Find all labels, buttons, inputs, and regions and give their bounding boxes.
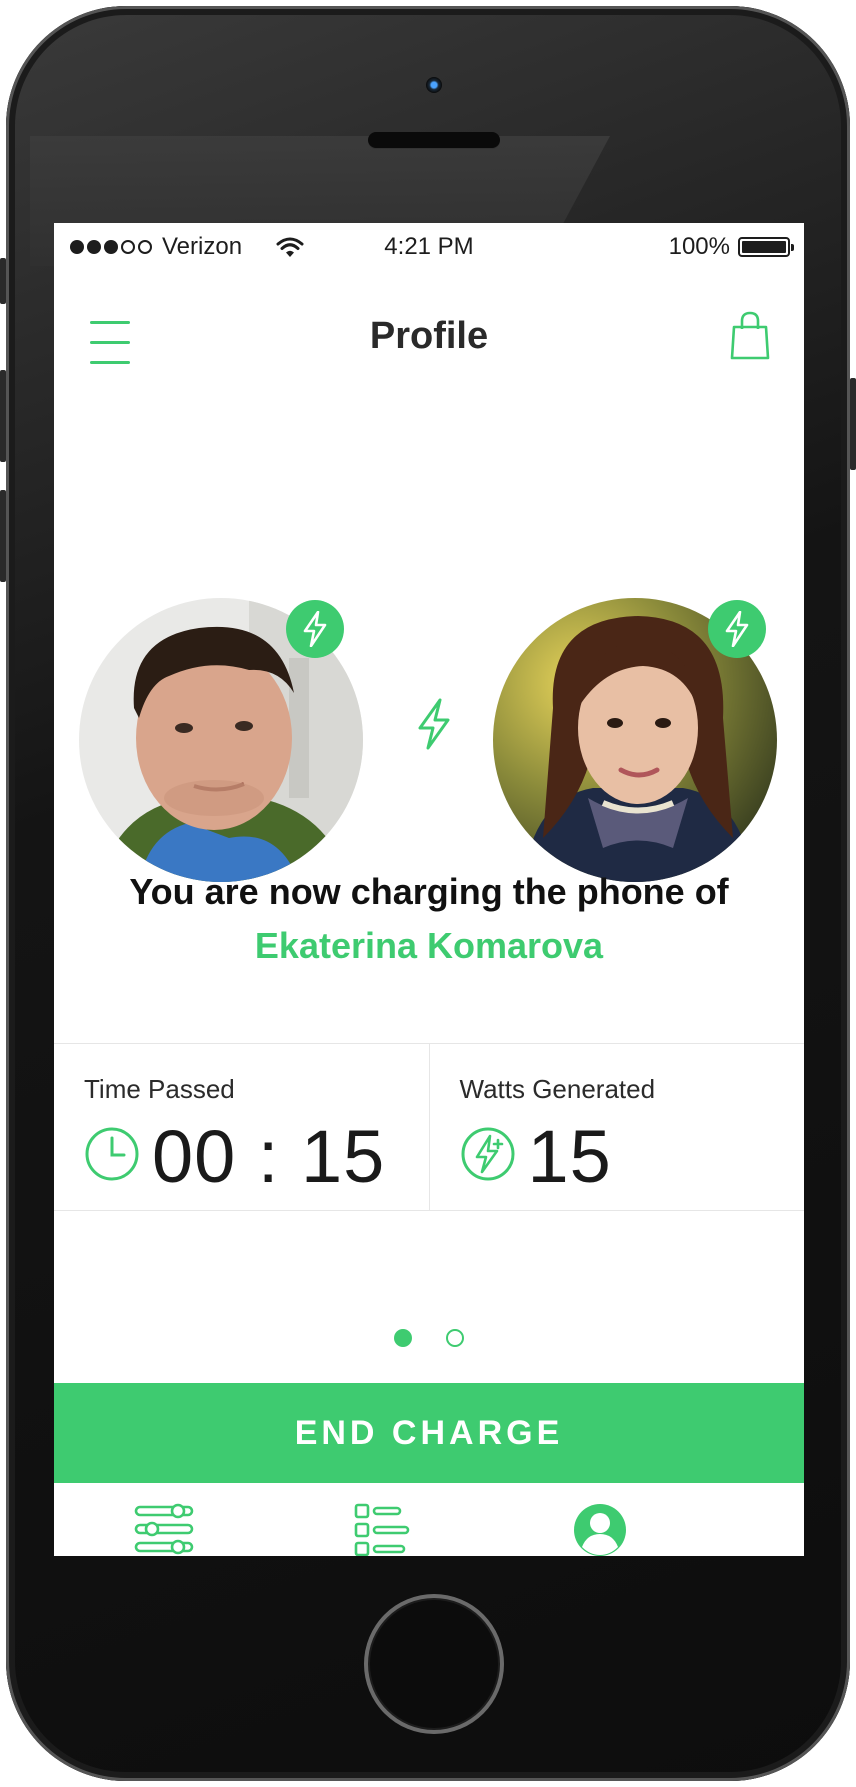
page-dot[interactable] <box>446 1329 464 1347</box>
sliders-icon <box>134 1503 194 1555</box>
page-indicator <box>54 1329 804 1347</box>
watts-generated-label: Watts Generated <box>459 1074 656 1104</box>
nav-bar: Profile <box>54 271 804 381</box>
lightning-icon <box>725 611 749 647</box>
shopping-bag-icon[interactable] <box>730 311 770 361</box>
sender-charge-badge <box>286 600 344 658</box>
charging-headline: You are now charging the phone of <box>129 871 729 912</box>
time-passed-value: 00 : 15 <box>152 1115 386 1198</box>
recipient-charge-badge <box>708 600 766 658</box>
battery-icon <box>738 237 794 257</box>
volume-down-button <box>0 490 6 582</box>
mute-switch <box>0 258 6 304</box>
power-plus-icon <box>461 1127 514 1181</box>
charging-stats: Time Passed 00 : 15 Watts Generated 15 <box>54 1043 804 1211</box>
charging-bolt-icon <box>418 698 450 750</box>
app-screen: Verizon 4:21 PM 100% Profile You are now… <box>54 223 804 1556</box>
power-button <box>850 378 856 470</box>
time-passed-stat: Time Passed 00 : 15 <box>54 1044 429 1210</box>
home-button[interactable] <box>364 1594 504 1734</box>
user-profile-icon <box>574 1504 626 1556</box>
charging-participants <box>54 593 804 883</box>
status-right: 100% <box>668 233 794 261</box>
lightning-icon <box>303 611 327 647</box>
time-passed-label: Time Passed <box>84 1074 235 1104</box>
list-icon <box>354 1503 410 1556</box>
page-dot-active[interactable] <box>394 1329 412 1347</box>
watts-generated-value: 15 <box>527 1115 612 1198</box>
status-bar: Verizon 4:21 PM 100% <box>54 223 804 271</box>
page-title: Profile <box>369 315 489 357</box>
watts-generated-stat: Watts Generated 15 <box>428 1044 805 1210</box>
clock-icon <box>85 1127 139 1181</box>
volume-up-button <box>0 370 6 462</box>
tab-profile[interactable] <box>570 1503 630 1556</box>
end-charge-button[interactable]: END CHARGE <box>54 1383 804 1483</box>
earpiece-speaker <box>368 132 500 148</box>
battery-percent: 100% <box>668 233 730 260</box>
front-camera <box>426 77 442 93</box>
tab-list[interactable] <box>352 1503 412 1556</box>
recipient-name[interactable]: Ekaterina Komarova <box>54 925 804 967</box>
tab-settings[interactable] <box>134 1503 194 1556</box>
tab-bar <box>54 1485 804 1556</box>
